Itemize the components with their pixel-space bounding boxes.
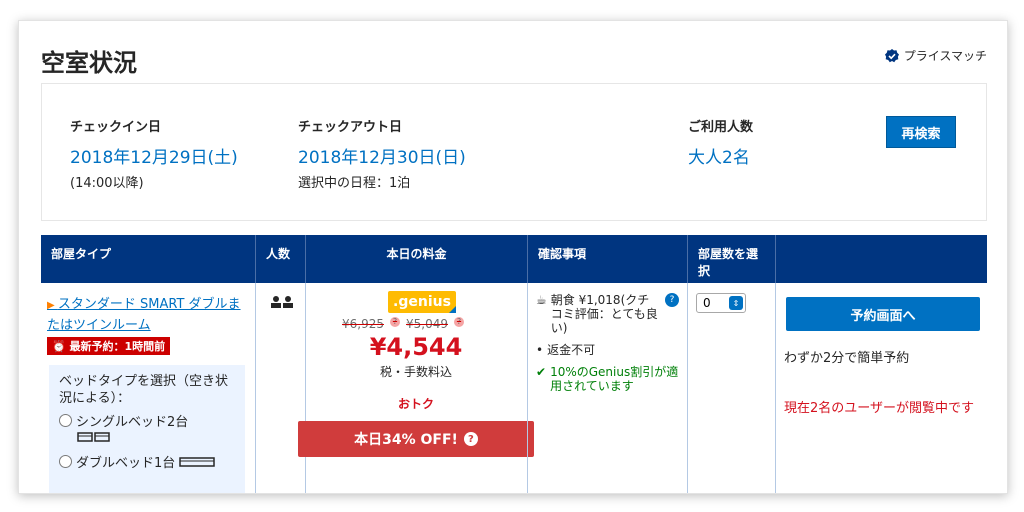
availability-panel: 空室状況 プライスマッチ チェックイン日 2018年12月29日(土) (14:…	[18, 20, 1008, 494]
old-price-1: ¥6,925	[342, 317, 384, 331]
help-icon[interactable]: ?	[454, 317, 464, 327]
genius-corner-icon	[449, 306, 456, 313]
bed-option-double[interactable]: ダブルベッド1台	[59, 452, 235, 471]
price-match-label: プライスマッチ	[903, 49, 987, 63]
guests-block: ご利用人数 大人2名	[688, 116, 753, 168]
price-cell: .genius ¥6,925? ¥5,049? ¥4,544 税・手数料込 おト…	[298, 283, 534, 493]
checkin-date[interactable]: 2018年12月29日(土)	[70, 143, 238, 168]
select-arrows-icon: ⇕	[729, 296, 743, 310]
genius-discount-info: ✔ 10%のGenius割引が適用されています	[536, 365, 679, 393]
old-prices: ¥6,925? ¥5,049?	[342, 317, 464, 331]
guests-label: ご利用人数	[688, 120, 754, 135]
double-bed-icon	[179, 456, 216, 467]
current-price: ¥4,544	[369, 333, 463, 361]
table-header: 部屋タイプ 人数 本日の料金 確認事項 部屋数を選択	[41, 235, 987, 283]
help-icon[interactable]: ?	[463, 432, 478, 446]
checkin-time: (14:00以降)	[70, 176, 144, 191]
room-name-link[interactable]: ▶ スタンダード SMART ダブルまたはツインルーム	[47, 297, 241, 333]
guests-value[interactable]: 大人2名	[688, 143, 753, 168]
bed-type-prompt: ベッドタイプを選択（空き状況による）：	[59, 374, 229, 406]
header-todays-price: 本日の料金	[305, 235, 527, 283]
page-title: 空室状況	[41, 49, 137, 77]
checkout-label: チェックアウト日	[298, 120, 403, 135]
rooms-select-cell: 0 ⇕	[687, 283, 775, 493]
rooms-count-select[interactable]: 0 ⇕	[696, 293, 746, 313]
radio-double[interactable]	[59, 455, 72, 468]
two-persons-icon	[271, 296, 293, 308]
viewing-count-note: 現在2名のユーザーが閲覧中です	[784, 401, 975, 416]
coffee-cup-icon: ☕	[536, 293, 547, 307]
price-match-link[interactable]: プライスマッチ	[884, 47, 987, 64]
bullet-icon: •	[536, 343, 544, 357]
checkmark-icon: ✔	[536, 365, 547, 379]
breakfast-info: ☕ 朝食 ¥1,018(クチコミ評価：とても良い) ?	[536, 293, 679, 335]
action-cell: 予約画面へ わずか2分で簡単予約 現在2名のユーザーが閲覧中です	[775, 283, 987, 493]
table-row: ▶ スタンダード SMART ダブルまたはツインルーム ⏰ 最新予約：1時間前 …	[41, 283, 987, 493]
nights-count: 選択中の日程：1泊	[298, 176, 411, 191]
bed-option-twin[interactable]: シングルベッド2台	[59, 411, 235, 430]
conditions-cell: ☕ 朝食 ¥1,018(クチコミ評価：とても良い) ? • 返金不可 ✔ 10%…	[527, 283, 687, 493]
room-table: 部屋タイプ 人数 本日の料金 確認事項 部屋数を選択 ▶ スタンダード SMAR…	[41, 235, 987, 493]
help-icon[interactable]: ?	[665, 293, 679, 307]
radio-twin[interactable]	[59, 414, 72, 427]
genius-tag: .genius	[388, 291, 456, 313]
discount-banner: 本日34% OFF! ?	[298, 421, 534, 457]
bed-type-selector: ベッドタイプを選択（空き状況による）： シングルベッド2台 ダブルベッド1台	[49, 365, 245, 493]
header-conditions: 確認事項	[527, 235, 687, 283]
old-price-2: ¥5,049	[406, 317, 448, 331]
checkout-block: チェックアウト日 2018年12月30日(日) 選択中の日程：1泊	[298, 116, 466, 191]
research-button[interactable]: 再検索	[886, 116, 956, 148]
refund-policy: • 返金不可	[536, 343, 596, 357]
room-type-cell: ▶ スタンダード SMART ダブルまたはツインルーム ⏰ 最新予約：1時間前 …	[41, 283, 255, 493]
persons-cell	[255, 283, 305, 493]
verified-badge-icon	[884, 48, 899, 62]
quick-booking-note: わずか2分で簡単予約	[784, 351, 910, 366]
reserve-button[interactable]: 予約画面へ	[786, 297, 980, 331]
checkin-block: チェックイン日 2018年12月29日(土) (14:00以降)	[70, 116, 238, 191]
expand-triangle-icon: ▶	[47, 300, 58, 311]
tax-note: 税・手数料込	[379, 365, 452, 379]
search-summary: チェックイン日 2018年12月29日(土) (14:00以降) チェックアウト…	[41, 83, 987, 221]
twin-beds-icon	[59, 430, 235, 448]
header-persons: 人数	[255, 235, 305, 283]
help-icon[interactable]: ?	[390, 317, 400, 327]
header-action	[775, 235, 987, 283]
header-room-type: 部屋タイプ	[51, 247, 112, 261]
header-rooms-select: 部屋数を選択	[687, 235, 775, 283]
recent-booking-badge: ⏰ 最新予約：1時間前	[47, 337, 171, 355]
deal-label: おトク	[397, 397, 434, 411]
alarm-clock-icon: ⏰	[52, 340, 70, 353]
checkout-date[interactable]: 2018年12月30日(日)	[298, 143, 466, 168]
checkin-label: チェックイン日	[70, 120, 162, 135]
